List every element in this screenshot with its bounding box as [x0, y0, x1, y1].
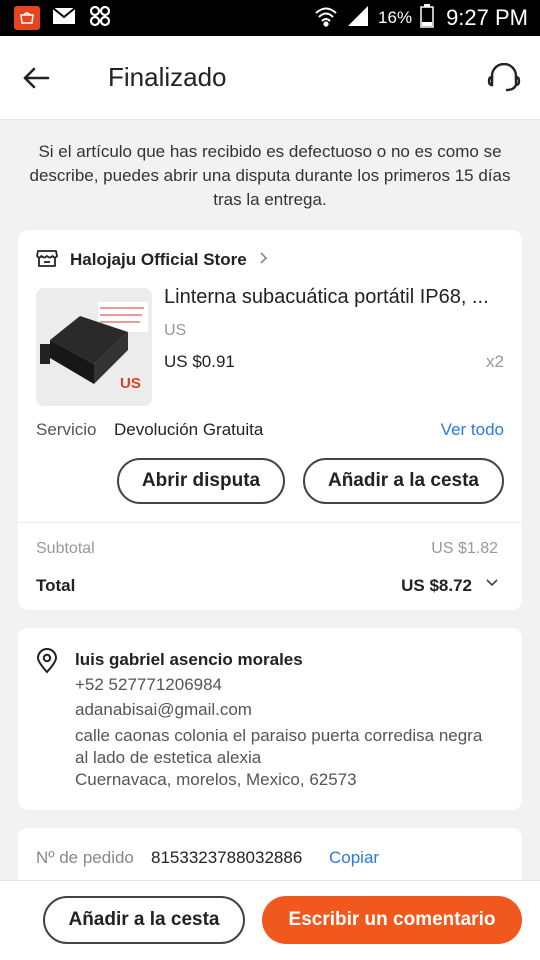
store-name: Halojaju Official Store: [70, 250, 247, 269]
pinwheel-icon: [88, 4, 112, 33]
chevron-right-icon: [259, 251, 268, 270]
order-number: 8153323788032886: [151, 848, 303, 867]
location-pin-icon: [36, 648, 58, 679]
product-variant: US: [164, 322, 187, 339]
write-review-button[interactable]: Escribir un comentario: [262, 896, 522, 944]
view-all-link[interactable]: Ver todo: [441, 420, 504, 440]
bottom-action-bar: Añadir a la cesta Escribir un comentario: [0, 880, 540, 960]
support-button[interactable]: [468, 36, 540, 120]
product-quantity: x2: [486, 352, 504, 371]
bottom-add-to-cart-button[interactable]: Añadir a la cesta: [43, 896, 245, 944]
product-title[interactable]: Linterna subacuática portátil IP68, ...: [164, 286, 508, 309]
order-card: Halojaju Official Store US Linterna suba…: [18, 230, 522, 610]
status-bar: 16% 9:27 PM: [0, 0, 540, 36]
divider: [18, 522, 522, 523]
product-price: US $0.91: [164, 352, 235, 371]
subtotal-value: US $1.82: [431, 540, 498, 557]
recipient-phone: +52 527771206984: [75, 675, 223, 694]
service-label: Servicio: [36, 420, 97, 439]
clock: 9:27 PM: [446, 5, 528, 30]
battery-percent: 16%: [378, 8, 413, 27]
subtotal-label: Subtotal: [36, 540, 95, 557]
dispute-notice: Si el artículo que has recibido es defec…: [29, 142, 511, 209]
mail-icon: [52, 6, 76, 30]
copy-order-link[interactable]: Copiar: [329, 848, 379, 868]
recipient-email: adanabisai@gmail.com: [75, 700, 252, 719]
battery-icon: [420, 3, 434, 33]
thumb-badge: US: [120, 375, 141, 392]
app-header: Finalizado: [0, 36, 540, 120]
store-icon: [36, 248, 58, 273]
arrow-left-icon: [23, 67, 50, 88]
store-link[interactable]: Halojaju Official Store: [36, 240, 268, 280]
headset-icon: [487, 62, 521, 91]
signal-icon: [346, 5, 370, 32]
add-to-cart-button[interactable]: Añadir a la cesta: [303, 458, 504, 504]
page-title: Finalizado: [108, 62, 227, 92]
address-card: luis gabriel asencio morales +52 5277712…: [18, 628, 522, 810]
aliexpress-notification-icon: [14, 6, 40, 30]
order-info-card: Nº de pedido 8153323788032886 Copiar: [18, 828, 522, 888]
total-label: Total: [36, 576, 76, 595]
wifi-icon: [314, 5, 338, 32]
back-button[interactable]: [0, 36, 72, 120]
recipient-city: Cuernavaca, morelos, Mexico, 62573: [75, 770, 357, 789]
service-value: Devolución Gratuita: [114, 420, 264, 439]
open-dispute-button[interactable]: Abrir disputa: [117, 458, 285, 504]
chevron-down-icon[interactable]: [484, 575, 500, 596]
recipient-name: luis gabriel asencio morales: [75, 650, 303, 669]
recipient-street: calle caonas colonia el paraiso puerta c…: [75, 726, 483, 767]
order-number-label: Nº de pedido: [36, 848, 134, 867]
product-image[interactable]: US: [36, 288, 152, 406]
total-value[interactable]: US $8.72: [401, 576, 472, 596]
